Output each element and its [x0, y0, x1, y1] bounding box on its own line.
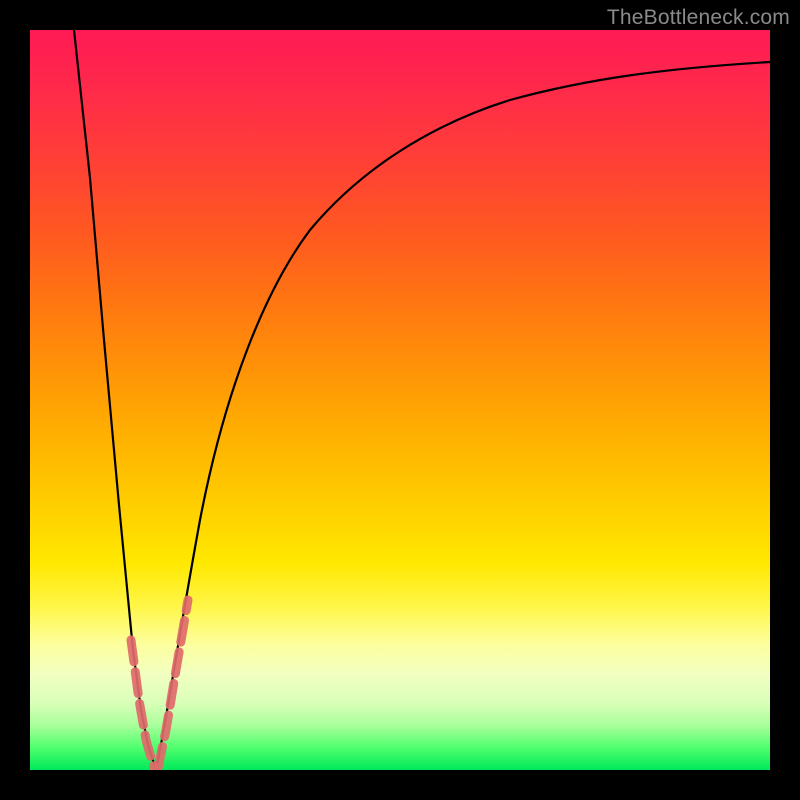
watermark-text: TheBottleneck.com	[607, 6, 790, 30]
highlight-left-dash	[131, 640, 154, 768]
highlight-right-dash	[158, 600, 188, 768]
curve-right-branch	[156, 62, 770, 770]
curve-left-branch	[74, 30, 156, 770]
plot-area	[30, 30, 770, 770]
chart-frame: TheBottleneck.com	[0, 0, 800, 800]
bottleneck-curve	[30, 30, 770, 770]
